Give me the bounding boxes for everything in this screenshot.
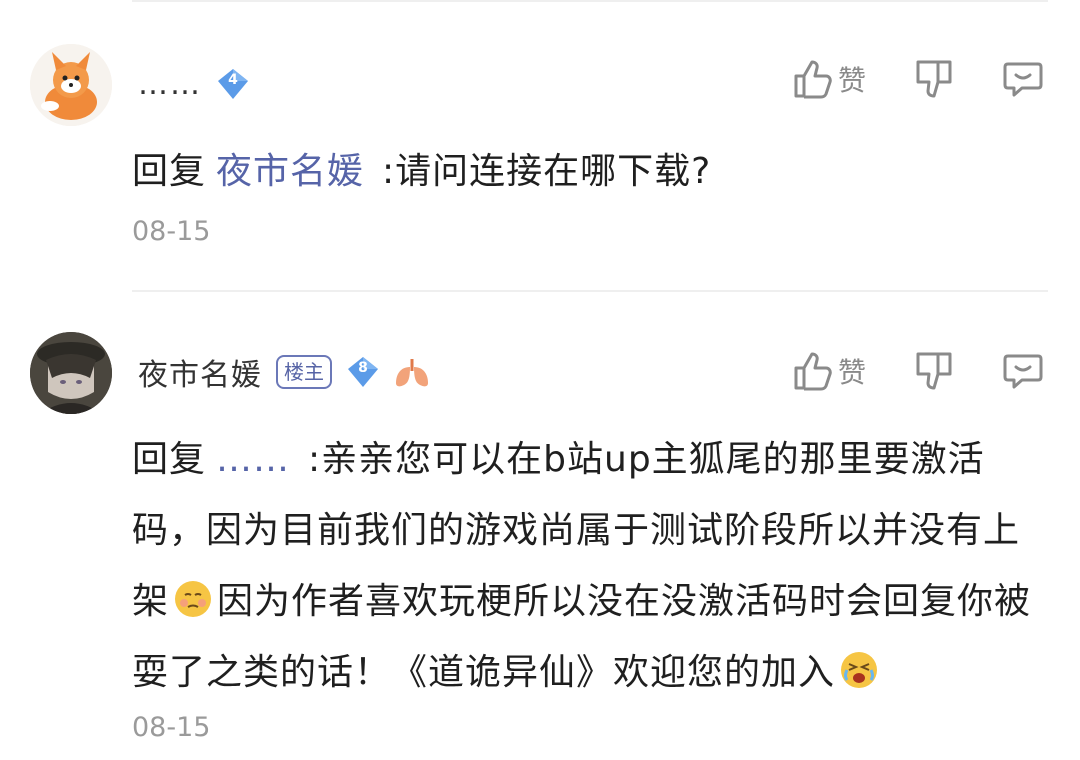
reply-mention[interactable]: …… <box>216 439 290 480</box>
comment-1-name-row: …… 4 <box>138 64 250 104</box>
like-label: 赞 <box>837 356 866 389</box>
comment-2-name-row: 夜市名媛 楼主 8 <box>138 350 432 394</box>
fox-avatar[interactable] <box>30 44 112 126</box>
comment-text-part2: 因为作者喜欢玩梗所以没在没激活码时会回复你被耍了之类的话！《道诡异仙》欢迎您的加… <box>132 581 1032 693</box>
op-badge: 楼主 <box>276 355 332 389</box>
shy-emoji-icon <box>173 572 213 617</box>
crying-emoji-icon <box>839 643 879 688</box>
top-divider <box>132 0 1048 2</box>
level-badge: 8 <box>346 355 380 389</box>
like-button[interactable]: 赞 <box>792 58 866 100</box>
reply-prefix: 回复 <box>132 151 207 192</box>
comment-2-content: 回复……:亲亲您可以在b站up主狐尾的那里要激活码，因为目前我们的游戏尚属于测试… <box>132 424 1047 708</box>
thumbs-down-icon <box>916 60 952 98</box>
comment-1-content: 回复 夜市名媛 :请问连接在哪下载? <box>132 136 1047 207</box>
like-button[interactable]: 赞 <box>792 350 866 392</box>
level-number: 8 <box>358 360 368 376</box>
reply-prefix: 回复 <box>132 439 207 480</box>
lungs-icon <box>392 355 432 389</box>
like-label: 赞 <box>837 64 866 97</box>
reply-mention[interactable]: 夜市名媛 <box>216 151 364 192</box>
comment-date: 08-15 <box>132 712 211 743</box>
level-badge: 4 <box>216 67 250 101</box>
comment-date: 08-15 <box>132 216 211 247</box>
username[interactable]: …… <box>138 67 202 102</box>
reply-button[interactable] <box>1002 58 1044 100</box>
reply-button[interactable] <box>1002 350 1044 392</box>
thumbs-up-icon <box>794 60 832 99</box>
dislike-button[interactable] <box>914 58 954 100</box>
comment-1-actions: 赞 <box>744 58 1044 100</box>
comment-divider <box>132 290 1048 292</box>
anime-avatar[interactable] <box>30 332 112 414</box>
comment-bubble-icon <box>1003 62 1043 97</box>
level-number: 4 <box>228 72 238 88</box>
thumbs-up-icon <box>794 352 832 391</box>
comment-text: :请问连接在哪下载? <box>382 151 712 192</box>
comment-2-actions: 赞 <box>744 350 1044 392</box>
thumbs-down-icon <box>916 352 952 390</box>
comment-bubble-icon <box>1003 354 1043 389</box>
anime-character-icon <box>30 332 112 414</box>
username[interactable]: 夜市名媛 <box>138 350 262 394</box>
dislike-button[interactable] <box>914 350 954 392</box>
fox-icon <box>30 44 112 126</box>
